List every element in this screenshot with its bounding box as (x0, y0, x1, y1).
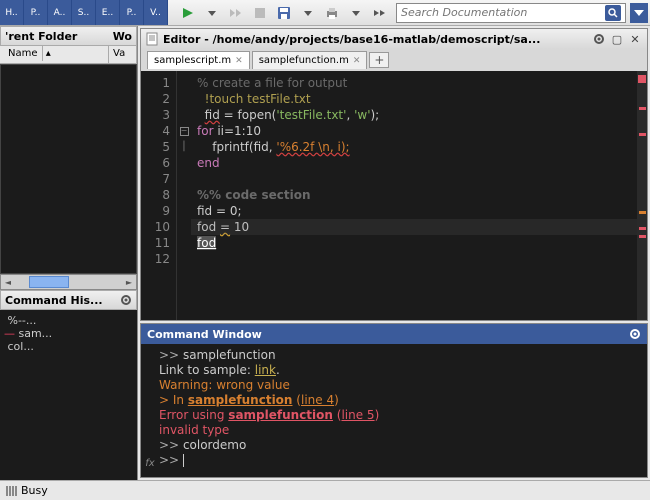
layout-dropdown[interactable] (630, 3, 648, 23)
search-field[interactable] (401, 6, 605, 19)
status-bar: Busy (0, 480, 650, 500)
ribbon-tab[interactable]: P.. (120, 0, 144, 25)
editor-panel: Editor - /home/andy/projects/base16-matl… (140, 28, 648, 321)
panel-title-label: Wo (113, 30, 132, 43)
current-folder-panel: 'rent Folder Wo Name ▴ Va ◄ ► (0, 26, 137, 290)
editor-title: Editor - /home/andy/projects/base16-matl… (163, 33, 589, 46)
editor-tabs: samplescript.m✕ samplefunction.m✕ + (141, 49, 647, 71)
print-icon[interactable] (321, 3, 343, 23)
editor-tab[interactable]: samplescript.m✕ (147, 51, 250, 69)
close-tab-icon[interactable]: ✕ (353, 56, 361, 66)
ribbon-tabs: H.. P.. A.. S.. E.. P.. V.. (0, 0, 168, 25)
fold-gutter[interactable]: − │ (177, 71, 191, 320)
scroll-thumb[interactable] (29, 276, 69, 288)
gear-icon[interactable] (120, 294, 132, 306)
history-list[interactable]: %--... — sam... col... (0, 310, 137, 480)
line-gutter: 123456789101112 (141, 71, 177, 320)
ribbon-tab[interactable]: H.. (0, 0, 24, 25)
column-header-name[interactable]: Name ▴ (0, 46, 109, 63)
stop-button[interactable] (249, 3, 271, 23)
ribbon-tab[interactable]: E.. (96, 0, 120, 25)
error-summary-icon[interactable] (638, 75, 646, 83)
fold-minus-icon[interactable]: − (180, 127, 189, 136)
close-tab-icon[interactable]: ✕ (235, 56, 243, 66)
cursor (183, 454, 184, 467)
run-button[interactable] (177, 3, 199, 23)
editor-tab[interactable]: samplefunction.m✕ (252, 51, 368, 69)
column-header-value[interactable]: Va (109, 46, 137, 63)
marker-bar[interactable] (637, 71, 647, 320)
panel-title-label: Command His... (5, 294, 103, 307)
step-button[interactable] (225, 3, 247, 23)
command-window[interactable]: fx >> samplefunction Link to sample: lin… (141, 344, 647, 477)
ribbon-tab[interactable]: V.. (144, 0, 168, 25)
undock-icon[interactable]: ▢ (609, 31, 625, 47)
folder-tree[interactable] (0, 64, 137, 274)
ribbon-tab[interactable]: S.. (72, 0, 96, 25)
scroll-left-icon[interactable]: ◄ (1, 275, 15, 289)
code-editor[interactable]: 123456789101112 − │ % create a file for … (141, 71, 647, 320)
editor-icon (145, 32, 159, 46)
scroll-right-icon[interactable]: ► (122, 275, 136, 289)
command-window-panel: Command Window fx >> samplefunction Link… (140, 323, 648, 478)
horizontal-scrollbar[interactable]: ◄ ► (0, 274, 137, 290)
gear-icon[interactable] (591, 31, 607, 47)
busy-indicator-icon (6, 486, 17, 496)
add-tab-button[interactable]: + (369, 52, 389, 68)
close-icon[interactable]: ✕ (627, 31, 643, 47)
search-input[interactable] (396, 3, 626, 23)
fx-icon[interactable]: fx (141, 348, 159, 473)
command-history-panel: Command His... %--... — sam... col... (0, 290, 137, 480)
overflow-icon[interactable] (369, 3, 391, 23)
ribbon-tab[interactable]: A.. (48, 0, 72, 25)
panel-title-label: 'rent Folder (5, 30, 77, 43)
save-icon[interactable] (273, 3, 295, 23)
dropdown-icon[interactable] (345, 3, 367, 23)
gear-icon[interactable] (629, 328, 641, 340)
dropdown-icon[interactable] (297, 3, 319, 23)
main-toolbar: H.. P.. A.. S.. E.. P.. V.. (0, 0, 650, 26)
ribbon-tab[interactable]: P.. (24, 0, 48, 25)
panel-title-label: Command Window (147, 328, 262, 341)
dropdown-icon[interactable] (201, 3, 223, 23)
status-text: Busy (21, 484, 48, 497)
search-icon[interactable] (605, 5, 621, 21)
